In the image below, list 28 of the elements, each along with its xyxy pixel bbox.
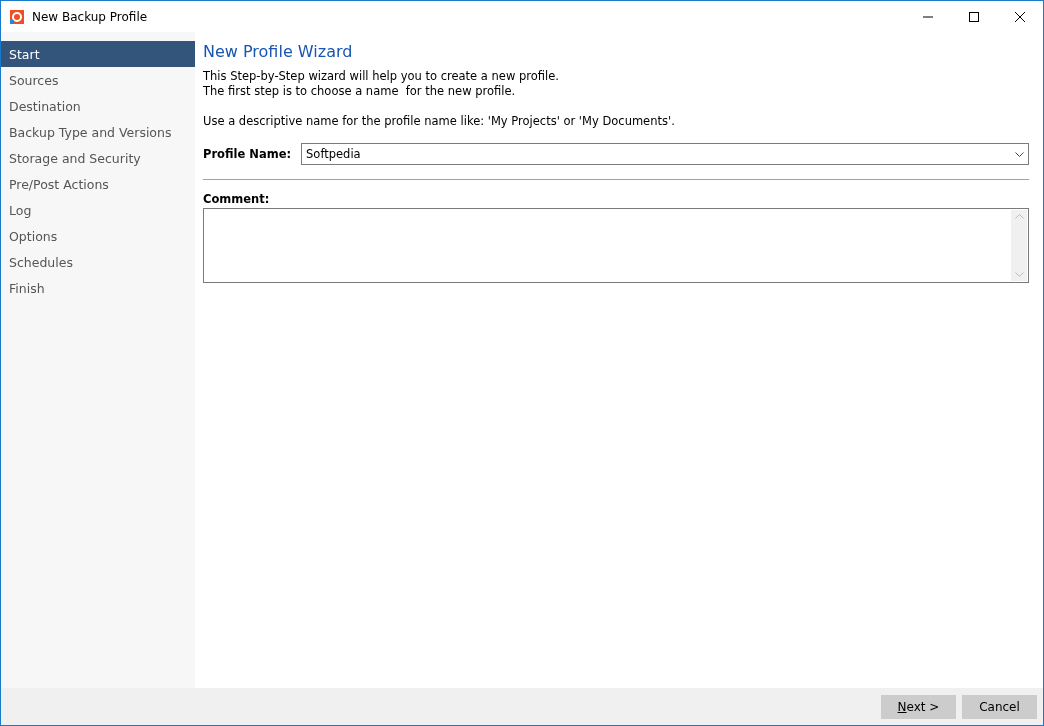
sidebar-item[interactable]: Pre/Post Actions bbox=[1, 171, 195, 197]
app-logo-icon bbox=[10, 9, 24, 24]
comment-field[interactable] bbox=[203, 208, 1029, 283]
window-title: New Backup Profile bbox=[32, 9, 149, 24]
sidebar-item[interactable]: Finish bbox=[1, 275, 195, 301]
intro-text: This Step-by-Step wizard will help you to create a new profile. bbox=[203, 69, 560, 84]
close-icon bbox=[1015, 11, 1025, 22]
intro-text: The first step is to choose a name for the new profile. bbox=[203, 84, 517, 99]
sidebar-item[interactable]: Options bbox=[1, 223, 195, 249]
hint-text: Use a descriptive name for the profile name like: 'My Projects' or 'My Documents'. bbox=[203, 114, 676, 129]
sidebar-item[interactable]: Log bbox=[1, 197, 195, 223]
comment-label: Comment: bbox=[203, 192, 271, 206]
maximize-icon bbox=[969, 11, 979, 22]
profile-name-combo[interactable]: Softpedia bbox=[301, 143, 1029, 165]
wizard-heading: New Profile Wizard bbox=[203, 42, 354, 61]
scroll-up-icon bbox=[1014, 214, 1024, 219]
sidebar-item[interactable]: Destination bbox=[1, 93, 195, 119]
chevron-down-icon bbox=[1015, 151, 1024, 157]
sidebar-item[interactable]: Sources bbox=[1, 67, 195, 93]
scrollbar[interactable] bbox=[1011, 210, 1027, 281]
profile-name-label: Profile Name: bbox=[203, 147, 292, 161]
sidebar-item[interactable]: Start bbox=[1, 41, 195, 67]
sidebar-item[interactable]: Schedules bbox=[1, 249, 195, 275]
sidebar-item[interactable]: Backup Type and Versions bbox=[1, 119, 195, 145]
next-button[interactable]: Next > bbox=[881, 694, 956, 719]
cancel-button[interactable]: Cancel bbox=[962, 694, 1037, 719]
sidebar-item[interactable]: Storage and Security bbox=[1, 145, 195, 171]
scroll-down-icon bbox=[1014, 272, 1024, 277]
